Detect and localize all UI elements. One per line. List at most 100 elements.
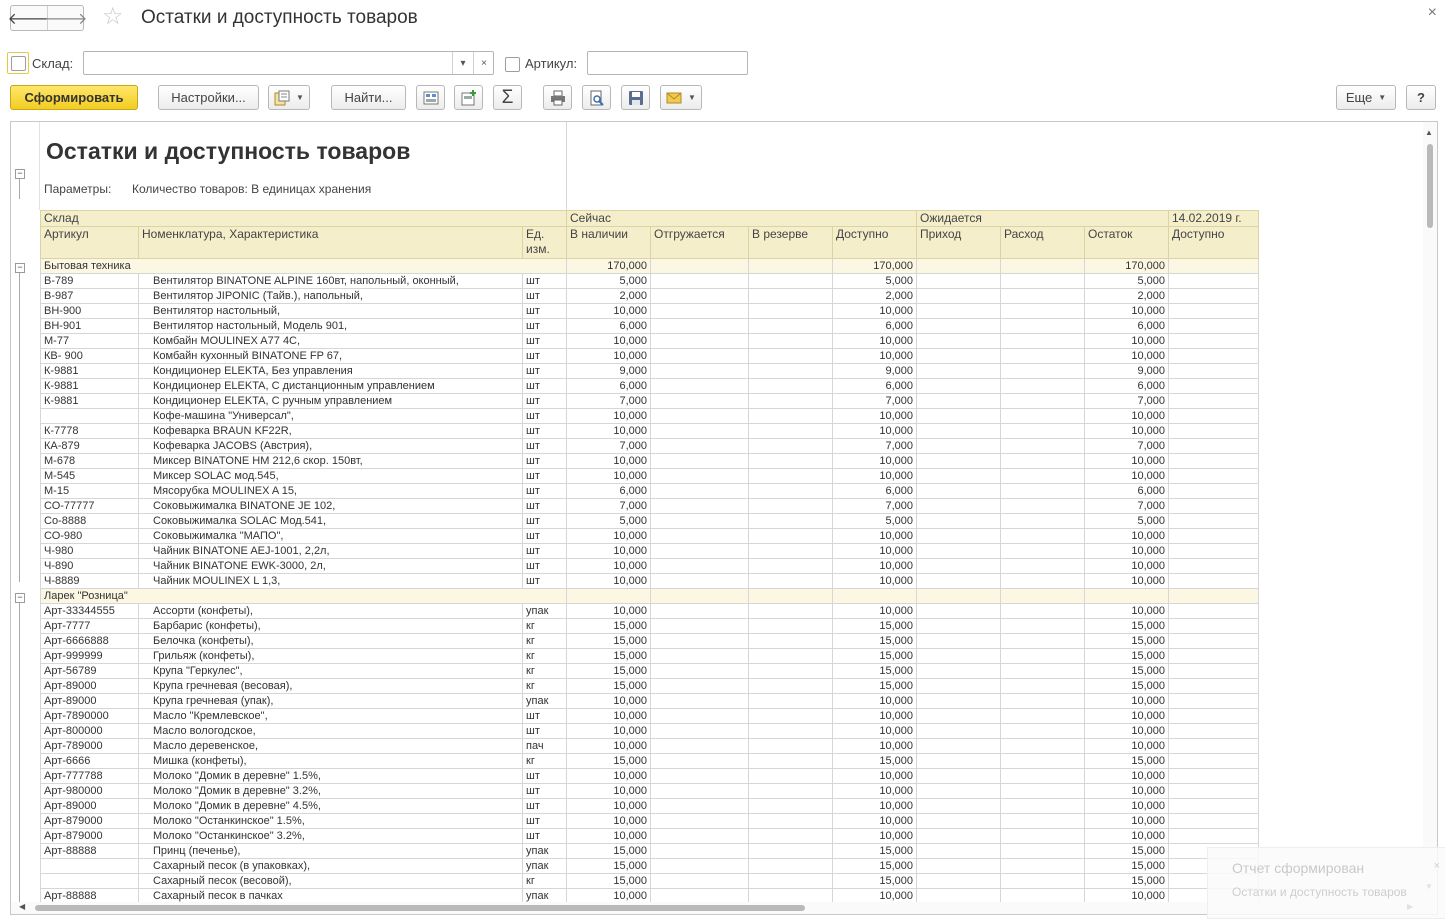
- cell-available-date[interactable]: [1168, 573, 1259, 589]
- cell-shipping[interactable]: [650, 603, 749, 619]
- table-row[interactable]: Ч-980 Чайник BINATONE AEJ-1001, 2,2л, шт 10…: [40, 543, 1259, 559]
- cell-unit[interactable]: упак: [522, 693, 567, 709]
- cell-reserved[interactable]: [748, 498, 833, 514]
- cell-income[interactable]: [916, 693, 1001, 709]
- cell-unit[interactable]: шт: [522, 273, 567, 289]
- warehouse-checkbox[interactable]: [11, 56, 26, 71]
- cell-nomenclature[interactable]: Чайник BINATONE AEJ-1001, 2,2л,: [138, 543, 523, 559]
- cell-unit[interactable]: шт: [522, 543, 567, 559]
- cell-nomenclature[interactable]: Крупа гречневая (упак),: [138, 693, 523, 709]
- cell-remainder[interactable]: 10,000: [1084, 783, 1169, 799]
- forward-button[interactable]: 🡒: [45, 6, 87, 30]
- more-button[interactable]: Еще ▼: [1336, 85, 1396, 110]
- cell-article[interactable]: ВН-900: [40, 303, 139, 319]
- cell-reserved[interactable]: [748, 753, 833, 769]
- cell-article[interactable]: К-9881: [40, 378, 139, 394]
- cell-article[interactable]: КА-879: [40, 438, 139, 454]
- cell-article[interactable]: КВ- 900: [40, 348, 139, 364]
- cell-unit[interactable]: шт: [522, 573, 567, 589]
- cell-income[interactable]: [916, 543, 1001, 559]
- collapse-groups-button[interactable]: [454, 85, 483, 110]
- cell-article[interactable]: Арт-6666: [40, 753, 139, 769]
- group-available[interactable]: [832, 588, 917, 604]
- table-row[interactable]: СО-980 Соковыжималка "МАПО", шт 10,000 10,00…: [40, 528, 1259, 544]
- cell-shipping[interactable]: [650, 558, 749, 574]
- cell-on-hand[interactable]: 10,000: [566, 558, 651, 574]
- cell-available-date[interactable]: [1168, 408, 1259, 424]
- cell-reserved[interactable]: [748, 633, 833, 649]
- cell-available-date[interactable]: [1168, 753, 1259, 769]
- cell-available[interactable]: 10,000: [832, 453, 917, 469]
- cell-nomenclature[interactable]: Вентилятор BINATONE ALPINE 160вт, наполь…: [138, 273, 523, 289]
- group-name[interactable]: Бытовая техника: [40, 258, 567, 274]
- table-row[interactable]: Арт-89000 Крупа гречневая (весовая), кг 15,…: [40, 678, 1259, 694]
- group-shipping[interactable]: [650, 258, 749, 274]
- favorite-star-icon[interactable]: ☆: [102, 4, 124, 30]
- cell-remainder[interactable]: 10,000: [1084, 768, 1169, 784]
- cell-reserved[interactable]: [748, 438, 833, 454]
- cell-article[interactable]: СО-77777: [40, 498, 139, 514]
- cell-remainder[interactable]: 6,000: [1084, 318, 1169, 334]
- cell-available[interactable]: 10,000: [832, 768, 917, 784]
- table-row[interactable]: К-9881 Кондиционер ELEKTA, С ручным управ…: [40, 393, 1259, 409]
- cell-expense[interactable]: [1000, 483, 1085, 499]
- cell-expense[interactable]: [1000, 573, 1085, 589]
- cell-expense[interactable]: [1000, 618, 1085, 634]
- cell-available[interactable]: 10,000: [832, 813, 917, 829]
- collapse-group-icon[interactable]: −: [15, 263, 25, 273]
- cell-article[interactable]: Ч-8889: [40, 573, 139, 589]
- cell-available-date[interactable]: [1168, 513, 1259, 529]
- table-row[interactable]: ВН-900 Вентилятор настольный, шт 10,000 10,0…: [40, 303, 1259, 319]
- cell-on-hand[interactable]: 6,000: [566, 378, 651, 394]
- cell-expense[interactable]: [1000, 363, 1085, 379]
- cell-unit[interactable]: кг: [522, 618, 567, 634]
- cell-expense[interactable]: [1000, 843, 1085, 859]
- collapse-group-icon[interactable]: −: [15, 593, 25, 603]
- cell-remainder[interactable]: 10,000: [1084, 693, 1169, 709]
- table-row[interactable]: Арт-89000 Крупа гречневая (упак), упак 10,0…: [40, 693, 1259, 709]
- cell-unit[interactable]: кг: [522, 678, 567, 694]
- cell-nomenclature[interactable]: Кондиционер ELEKTA, С дистанционным упра…: [138, 378, 523, 394]
- cell-shipping[interactable]: [650, 618, 749, 634]
- cell-available-date[interactable]: [1168, 288, 1259, 304]
- table-row[interactable]: Арт-88888 Принц (печенье), упак 15,000 15,00…: [40, 843, 1259, 859]
- sum-button[interactable]: Σ: [493, 85, 522, 110]
- cell-nomenclature[interactable]: Миксер SOLAC мод.545,: [138, 468, 523, 484]
- cell-reserved[interactable]: [748, 843, 833, 859]
- cell-unit[interactable]: шт: [522, 813, 567, 829]
- group-remainder[interactable]: 170,000: [1084, 258, 1169, 274]
- cell-available-date[interactable]: [1168, 363, 1259, 379]
- cell-reserved[interactable]: [748, 783, 833, 799]
- cell-available[interactable]: 9,000: [832, 363, 917, 379]
- cell-remainder[interactable]: 15,000: [1084, 753, 1169, 769]
- cell-reserved[interactable]: [748, 303, 833, 319]
- cell-available[interactable]: 10,000: [832, 708, 917, 724]
- group-on-hand[interactable]: [566, 588, 651, 604]
- cell-on-hand[interactable]: 15,000: [566, 648, 651, 664]
- cell-income[interactable]: [916, 348, 1001, 364]
- cell-available-date[interactable]: [1168, 273, 1259, 289]
- cell-available-date[interactable]: [1168, 813, 1259, 829]
- cell-income[interactable]: [916, 858, 1001, 874]
- cell-reserved[interactable]: [748, 528, 833, 544]
- cell-shipping[interactable]: [650, 708, 749, 724]
- cell-unit[interactable]: шт: [522, 558, 567, 574]
- cell-available-date[interactable]: [1168, 378, 1259, 394]
- cell-article[interactable]: Со-8888: [40, 513, 139, 529]
- cell-on-hand[interactable]: 15,000: [566, 873, 651, 889]
- cell-nomenclature[interactable]: Молоко "Домик в деревне" 3.2%,: [138, 783, 523, 799]
- cell-nomenclature[interactable]: Грильяж (конфеты),: [138, 648, 523, 664]
- table-row[interactable]: Кофе-машина "Универсал", шт 10,000 10,000 10…: [40, 408, 1259, 424]
- table-row[interactable]: Арт-789000 Масло деревенское, пач 10,000 10,…: [40, 738, 1259, 754]
- cell-on-hand[interactable]: 9,000: [566, 363, 651, 379]
- table-row[interactable]: Со-8888 Соковыжималка SOLAC Мод.541, шт 5,0…: [40, 513, 1259, 529]
- cell-unit[interactable]: шт: [522, 828, 567, 844]
- cell-reserved[interactable]: [748, 828, 833, 844]
- cell-available[interactable]: 10,000: [832, 348, 917, 364]
- variants-button[interactable]: ▼: [268, 85, 310, 110]
- cell-on-hand[interactable]: 15,000: [566, 843, 651, 859]
- cell-remainder[interactable]: 10,000: [1084, 723, 1169, 739]
- cell-available[interactable]: 10,000: [832, 543, 917, 559]
- cell-shipping[interactable]: [650, 693, 749, 709]
- cell-reserved[interactable]: [748, 393, 833, 409]
